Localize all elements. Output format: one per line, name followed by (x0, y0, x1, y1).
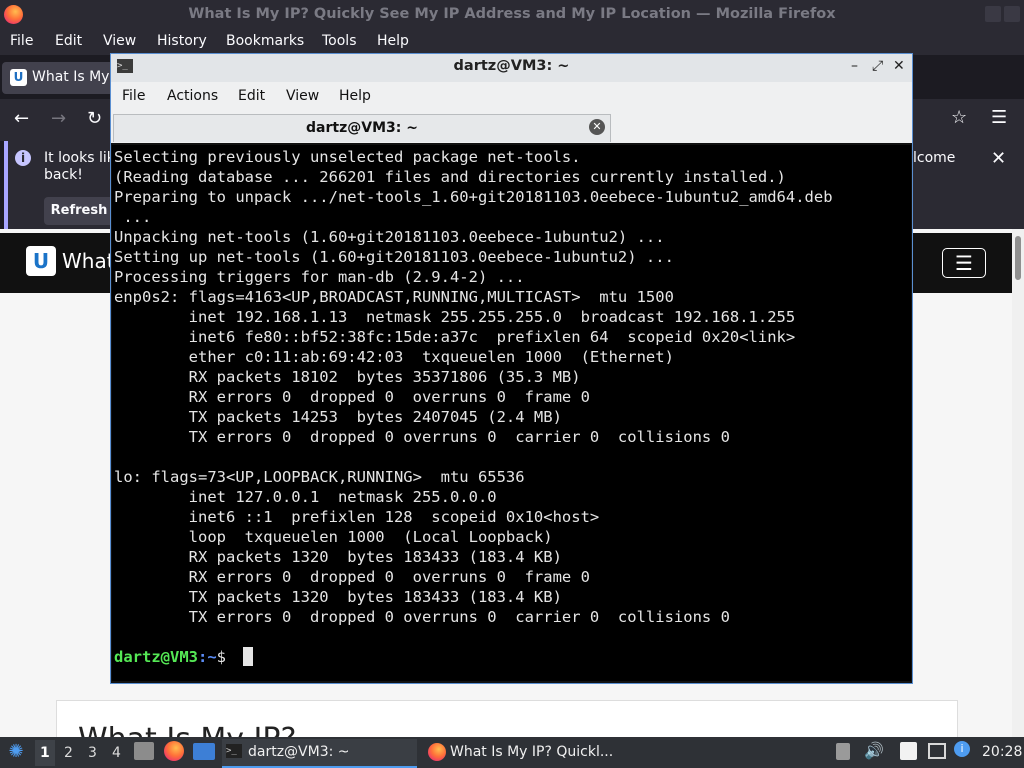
workspace-3[interactable]: 3 (88, 745, 97, 761)
firefox-launcher-icon[interactable] (164, 741, 184, 761)
menu-history[interactable]: History (157, 33, 207, 49)
tab-close-icon[interactable]: ✕ (589, 119, 605, 135)
terminal-cursor (243, 647, 253, 666)
terminal-line: RX errors 0 dropped 0 overruns 0 frame 0 (114, 388, 590, 406)
info-icon: i (15, 150, 31, 166)
refresh-button[interactable]: Refresh (44, 197, 114, 225)
network-icon[interactable] (928, 743, 946, 759)
volume-icon[interactable]: 🔊 (864, 741, 884, 760)
terminal-prompt: dartz@VM3:~$ (114, 647, 235, 667)
term-menu-help[interactable]: Help (339, 88, 371, 104)
terminal-line: Processing triggers for man-db (2.9.4-2)… (114, 268, 525, 286)
terminal-line: enp0s2: flags=4163<UP,BROADCAST,RUNNING,… (114, 288, 674, 306)
menu-file[interactable]: File (10, 33, 33, 49)
terminal-menubar (111, 82, 912, 112)
term-menu-actions[interactable]: Actions (167, 88, 218, 104)
terminal-line: inet6 ::1 prefixlen 128 scopeid 0x10<hos… (114, 508, 600, 526)
reload-icon[interactable]: ↻ (87, 108, 102, 129)
site-title[interactable]: What (62, 249, 115, 273)
terminal-line: Selecting previously unselected package … (114, 148, 581, 166)
maximize-icon[interactable]: ⤢ (872, 58, 883, 74)
forward-arrow-icon[interactable]: → (51, 108, 66, 129)
clipboard-icon[interactable] (836, 743, 850, 760)
bookmark-star-icon[interactable]: ☆ (951, 107, 967, 128)
close-icon[interactable]: ✕ (991, 148, 1006, 169)
back-arrow-icon[interactable]: ← (14, 108, 29, 129)
terminal-line: (Reading database ... 266201 files and d… (114, 168, 786, 186)
terminal-line: inet 127.0.0.1 netmask 255.0.0.0 (114, 488, 497, 506)
workspace-1[interactable]: 1 (40, 745, 50, 761)
terminal-line: RX packets 1320 bytes 183433 (183.4 KB) (114, 548, 562, 566)
page-scrollbar[interactable] (1012, 229, 1024, 737)
terminal-line: TX packets 14253 bytes 2407045 (2.4 MB) (114, 408, 562, 426)
hamburger-menu-icon[interactable]: ☰ (942, 248, 986, 278)
task-label: What Is My IP? Quickl... (450, 744, 614, 760)
firefox-titlebar: What Is My IP? Quickly See My IP Address… (0, 0, 1024, 29)
terminal-line: Setting up net-tools (1.60+git20181103.0… (114, 248, 674, 266)
task-label: dartz@VM3: ~ (248, 744, 350, 760)
terminal-line: loop txqueuelen 1000 (Local Loopback) (114, 528, 553, 546)
terminal-output: Selecting previously unselected package … (114, 147, 909, 647)
firefox-window-title: What Is My IP? Quickly See My IP Address… (188, 6, 836, 22)
start-menu-icon[interactable]: ✺ (6, 741, 26, 763)
file-manager-icon[interactable] (134, 742, 154, 760)
terminal-line: RX errors 0 dropped 0 overruns 0 frame 0 (114, 568, 590, 586)
desktop-icon[interactable] (193, 743, 215, 760)
firefox-tab[interactable]: U What Is My (2, 62, 114, 94)
clock[interactable]: 20:28 (982, 744, 1022, 760)
minimize-button[interactable] (985, 6, 1001, 22)
terminal-line: TX errors 0 dropped 0 overruns 0 carrier… (114, 428, 730, 446)
terminal-line: inet 192.168.1.13 netmask 255.255.255.0 … (114, 308, 796, 326)
close-icon[interactable]: ✕ (893, 58, 905, 74)
notice-text-line2: back! (44, 167, 83, 183)
site-logo-icon[interactable]: U (26, 246, 56, 276)
task-firefox[interactable]: What Is My IP? Quickl... (424, 739, 624, 766)
terminal-line: RX packets 18102 bytes 35371806 (35.3 MB… (114, 368, 581, 386)
terminal-line: Preparing to unpack .../net-tools_1.60+g… (114, 188, 833, 206)
terminal-line: ether c0:11:ab:69:42:03 txqueuelen 1000 … (114, 348, 674, 366)
workspace-2[interactable]: 2 (64, 745, 73, 761)
menu-help[interactable]: Help (377, 33, 409, 49)
scrollbar-thumb[interactable] (1015, 236, 1021, 280)
task-terminal[interactable]: >_ dartz@VM3: ~ (222, 739, 417, 768)
prompt-path: :~ (198, 648, 217, 666)
notification-accent (4, 141, 8, 229)
term-menu-view[interactable]: View (286, 88, 319, 104)
terminal-line: ... (114, 208, 152, 226)
terminal-line: inet6 fe80::bf52:38fc:15de:a37c prefixle… (114, 328, 796, 346)
terminal-tab-label: dartz@VM3: ~ (306, 120, 418, 136)
workspace-4[interactable]: 4 (112, 745, 121, 761)
menu-view[interactable]: View (103, 33, 136, 49)
term-menu-file[interactable]: File (122, 88, 145, 104)
site-favicon-icon: U (10, 69, 27, 86)
firefox-icon (428, 743, 446, 761)
notification-icon[interactable]: i (954, 741, 970, 757)
terminal-line: lo: flags=73<UP,LOOPBACK,RUNNING> mtu 65… (114, 468, 525, 486)
notice-text-right: lcome (913, 150, 956, 166)
maximize-button[interactable] (1004, 6, 1020, 22)
firefox-menubar: File Edit View History Bookmarks Tools H… (0, 29, 1024, 55)
prompt-symbol: $ (216, 648, 236, 666)
notice-text: It looks lik (44, 150, 115, 166)
minimize-icon[interactable]: – (851, 58, 858, 74)
terminal-line: TX packets 1320 bytes 183433 (183.4 KB) (114, 588, 562, 606)
tab-title: What Is My (32, 69, 110, 85)
app-menu-icon[interactable]: ☰ (991, 107, 1007, 128)
menu-bookmarks[interactable]: Bookmarks (226, 33, 304, 49)
terminal-window-title: dartz@VM3: ~ (453, 58, 570, 74)
terminal-icon: >_ (226, 744, 242, 758)
term-menu-edit[interactable]: Edit (238, 88, 265, 104)
firefox-logo-icon (4, 5, 23, 24)
menu-edit[interactable]: Edit (55, 33, 82, 49)
terminal-line: TX errors 0 dropped 0 overruns 0 carrier… (114, 608, 730, 626)
menu-tools[interactable]: Tools (322, 33, 357, 49)
terminal-line: Unpacking net-tools (1.60+git20181103.0e… (114, 228, 665, 246)
prompt-user-host: dartz@VM3 (114, 648, 198, 666)
notes-icon[interactable] (900, 742, 917, 760)
